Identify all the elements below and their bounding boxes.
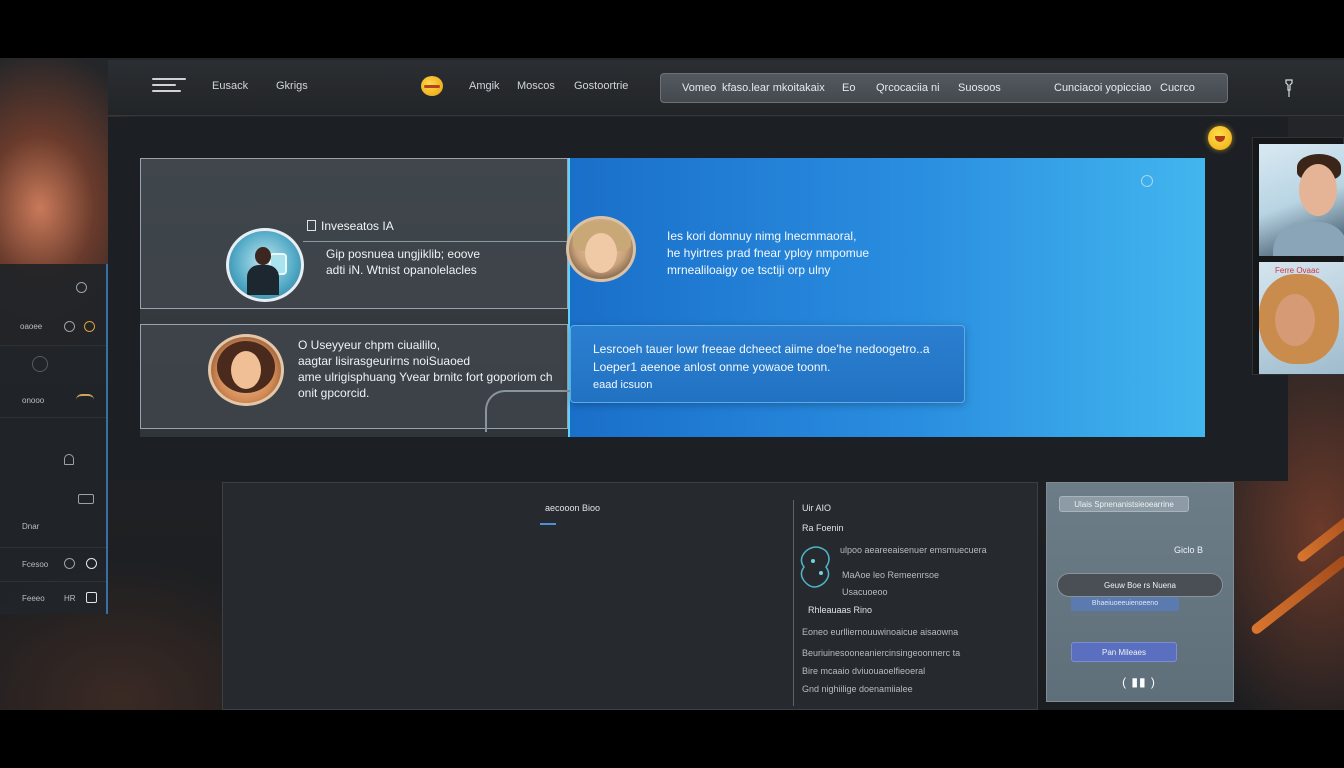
status-icon xyxy=(84,321,95,332)
sidebar-item[interactable]: Fcesoo xyxy=(0,548,106,582)
text-line: O Useyyeur chpm ciuaililo, xyxy=(298,338,441,352)
emoji-badge-icon[interactable] xyxy=(421,76,443,96)
search-segment: kfaso.lear mkoitakaix xyxy=(722,82,825,94)
detail-line: Gnd nighiilige doenamiialee xyxy=(802,684,913,694)
card-title: Inveseatos IA xyxy=(307,219,394,233)
sidebar-item-label: oaoee xyxy=(20,322,43,331)
nav-link-4[interactable]: Moscos xyxy=(517,80,555,92)
text-line: Gip posnuea ungjiklib; eoove xyxy=(326,247,481,261)
search-segment: Cunciacoi yopicciao xyxy=(1054,82,1152,94)
pause-button[interactable]: ( ▮▮ ) xyxy=(1117,675,1161,695)
expand-icon[interactable] xyxy=(1141,175,1153,187)
nav-link-5[interactable]: Gostoortrie xyxy=(574,80,628,92)
text-line: he hyirtres prad fnear yploy nmpomue xyxy=(667,246,870,260)
card1-text: Gip posnuea ungjiklib; eoove adti iN. Wt… xyxy=(326,246,480,278)
letterbox-top xyxy=(0,0,1344,58)
count-label: Giclo B xyxy=(1174,545,1204,555)
hero-section: Inveseatos IA Gip posnuea ungjiklib; eoo… xyxy=(140,158,1205,437)
message-text: Ies kori domnuy nimg lnecmmaoral, he hyi… xyxy=(667,228,869,279)
sidebar-item[interactable]: onooo xyxy=(0,346,106,418)
panel-subtitle: Uir AIO xyxy=(802,503,832,513)
image-icon xyxy=(78,494,94,504)
text-line: aagtar lisirasgeurirns noiSuaoed xyxy=(298,354,471,368)
text-line: eaad icsuon xyxy=(593,379,653,391)
info-strip: Bhaeiuoeeuienoeeno xyxy=(1071,597,1179,611)
notification-icon[interactable] xyxy=(1208,126,1232,150)
pin-icon[interactable] xyxy=(1282,78,1296,98)
participant-label: Ferre Ovaac xyxy=(1275,266,1320,275)
search-segment: Suosoos xyxy=(958,82,1001,94)
panel-title: aecooon Bioo xyxy=(545,503,601,513)
app-logo-icon[interactable] xyxy=(152,74,186,98)
wave-icon xyxy=(76,394,94,400)
left-sidebar: oaoee onooo Dnar Fcesoo Feeeo HR xyxy=(0,264,108,614)
detail-line: Beuriuinesooneaniercinsingeoonnerc ta xyxy=(802,648,961,658)
nav-link-3[interactable]: Amgik xyxy=(469,80,500,92)
brain-icon xyxy=(800,546,830,588)
letterbox-bottom xyxy=(0,710,1344,768)
primary-button[interactable]: Pan Mileaes xyxy=(1071,642,1177,662)
text-line: adti iN. Wtnist opanolelacles xyxy=(326,263,477,277)
sidebar-item[interactable]: Feeeo HR xyxy=(0,582,106,614)
minus-icon[interactable] xyxy=(86,592,97,603)
sidebar-item[interactable]: oaoee xyxy=(0,264,106,346)
nav-link-1[interactable]: Eusack xyxy=(212,80,248,92)
detail-line: Rhleauaas Rino xyxy=(808,605,873,615)
search-segment: Qrcocaciia ni xyxy=(876,82,940,94)
search-bar[interactable]: Vomeo kfaso.lear mkoitakaix Eo Qrcocacii… xyxy=(660,73,1228,103)
action-oval-button[interactable]: Geuw Boe rs Nuena xyxy=(1057,573,1223,597)
sidebar-item-label: Dnar xyxy=(22,522,40,531)
sidebar-item-label: Feeeo xyxy=(22,594,45,603)
divider xyxy=(793,500,794,706)
info-icon xyxy=(86,558,97,569)
action-card: Ulais Spnenanistsieoearrine Giclo B Geuw… xyxy=(1046,482,1234,702)
card-title-text: Inveseatos IA xyxy=(321,219,394,233)
active-tab-indicator xyxy=(540,523,556,525)
text-line: onit gpcorcid. xyxy=(298,386,370,400)
sidebar-item-label: onooo xyxy=(22,396,45,405)
avatar[interactable] xyxy=(226,228,304,302)
detail-line: ulpoo aeareeaisenuer emsmuecuera xyxy=(840,545,987,555)
sidebar-item-label: Fcesoo xyxy=(22,560,49,569)
checkbox-icon xyxy=(307,220,316,231)
circle-icon xyxy=(32,356,48,372)
divider xyxy=(303,241,569,242)
text-line: ame ulrigisphuang Yvear brnitc fort gopo… xyxy=(298,370,553,384)
chat-card-1[interactable] xyxy=(140,158,569,309)
search-segment: Vomeo xyxy=(682,82,717,94)
participant-thumbnail[interactable]: Ferre Ovaac xyxy=(1259,262,1344,374)
card2-text: O Useyyeur chpm ciuaililo, aagtar lisira… xyxy=(298,337,553,401)
video-thumbnails: Ferre Ovaac xyxy=(1252,137,1344,375)
sidebar-item[interactable]: Dnar xyxy=(0,418,106,548)
text-line: mrnealiloaigy oe tsctiji orp ulny xyxy=(667,263,831,277)
search-icon xyxy=(76,282,87,293)
top-navigation: Eusack Gkrigs Amgik Moscos Gostoortrie V… xyxy=(108,60,1344,116)
detail-line: MaAoe leo Remeenrsoe xyxy=(842,570,940,580)
sidebar-count: HR xyxy=(64,594,76,603)
participant-thumbnail[interactable] xyxy=(1259,144,1344,256)
toggle-icon xyxy=(64,321,75,332)
detail-line: Bire mcaaio dviuouaoelfieoeral xyxy=(802,666,926,676)
text-line: Loeper1 aeenoe anlost onme yowaoe toonn. xyxy=(593,360,831,374)
text-line: Lesrcoeh tauer lowr freeae dcheect aiime… xyxy=(593,342,930,356)
filter-pill[interactable]: Ulais Spnenanistsieoearrine xyxy=(1059,496,1189,512)
panel-subtitle: Ra Foenin xyxy=(802,523,844,533)
lock-icon xyxy=(64,454,74,465)
detail-line: Usacuoeoo xyxy=(842,587,888,597)
text-line: Ies kori domnuy nimg lnecmmaoral, xyxy=(667,229,857,243)
avatar[interactable] xyxy=(208,334,284,406)
nav-link-2[interactable]: Gkrigs xyxy=(276,80,308,92)
search-segment: Cucrco xyxy=(1160,82,1195,94)
toggle-icon xyxy=(64,558,75,569)
detail-line: Eoneo eurlliernouuwinoaicue aisaowna xyxy=(802,627,959,637)
search-segment: Eo xyxy=(842,82,856,94)
avatar[interactable] xyxy=(566,216,636,282)
message-bubble[interactable]: Lesrcoeh tauer lowr freeae dcheect aiime… xyxy=(570,325,965,403)
